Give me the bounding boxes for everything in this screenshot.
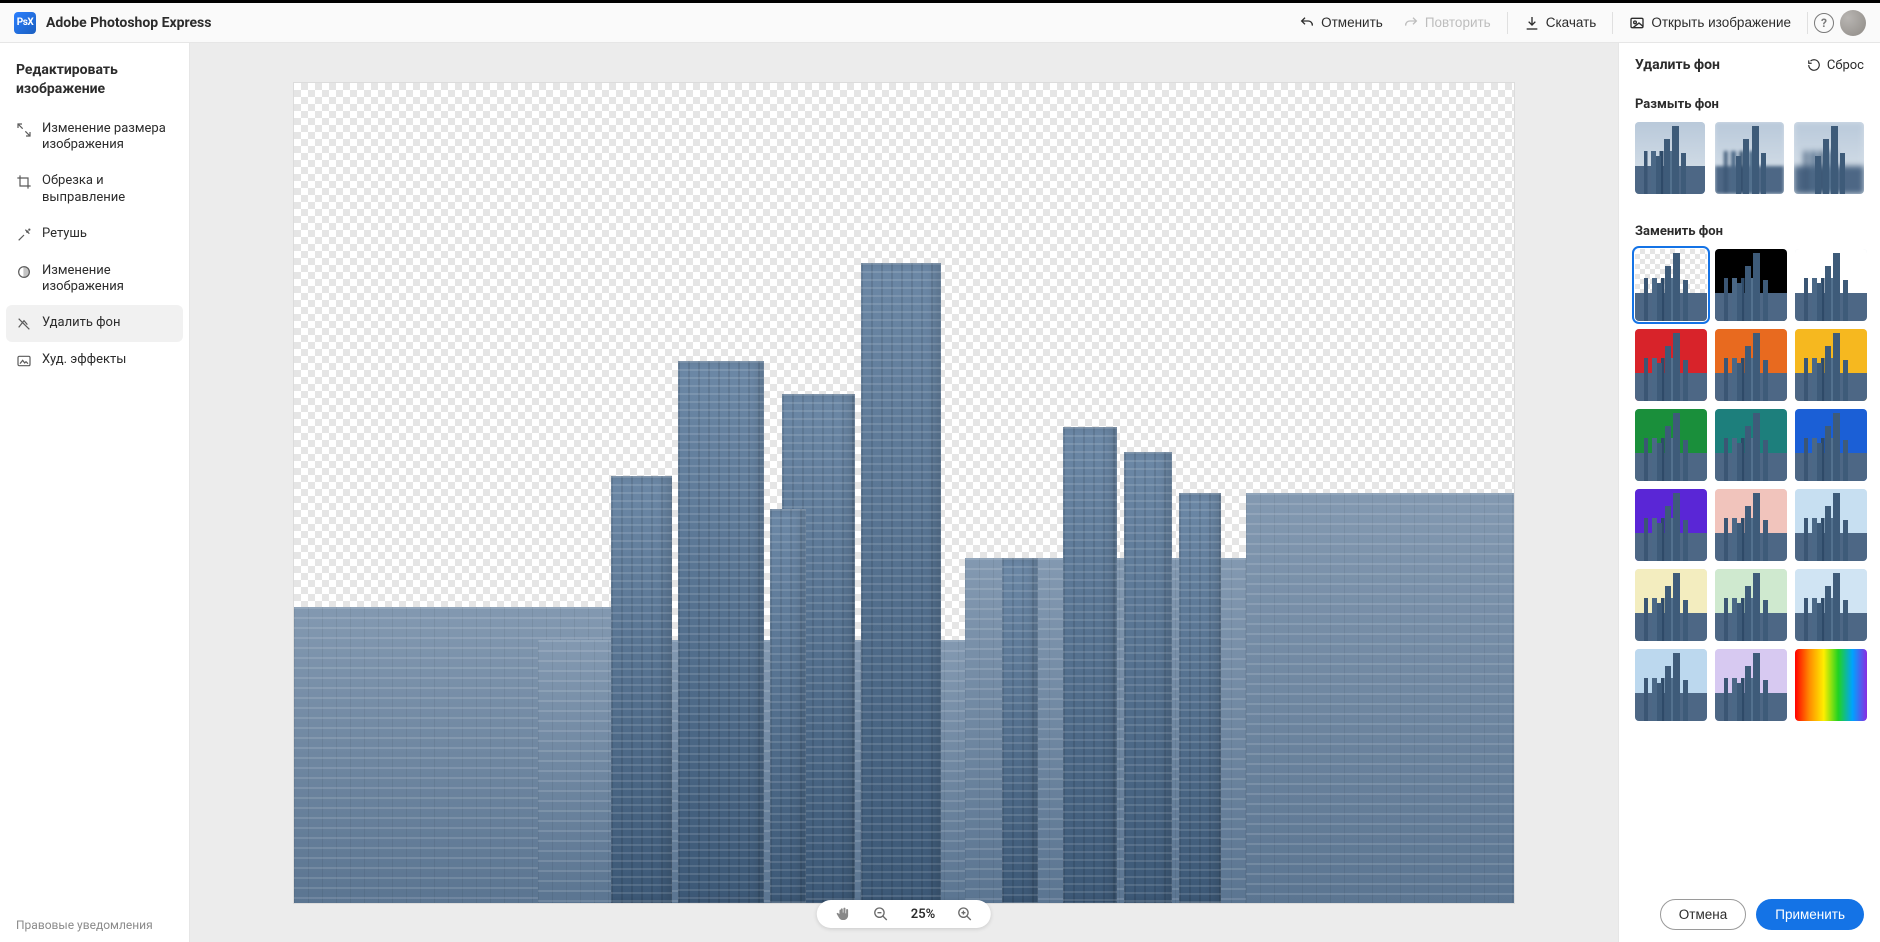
right-panel: Удалить фон Сброс Размыть фон Заменить ф… xyxy=(1618,43,1880,942)
tool-effects[interactable]: Худ. эффекты xyxy=(0,342,189,379)
tool-label: Изменение изображения xyxy=(42,263,173,296)
redo-label: Повторить xyxy=(1425,15,1491,30)
adjust-icon xyxy=(16,264,32,280)
blur-section-label: Размыть фон xyxy=(1635,97,1864,112)
blur-option-blur-low[interactable] xyxy=(1635,122,1705,194)
tool-resize[interactable]: Изменение размера изображения xyxy=(0,111,189,164)
replace-option-black[interactable] xyxy=(1715,249,1787,321)
legal-link[interactable]: Правовые уведомления xyxy=(16,918,153,932)
replace-option-orange[interactable] xyxy=(1715,329,1787,401)
user-avatar[interactable] xyxy=(1840,10,1866,36)
tool-crop[interactable]: Обрезка и выправление xyxy=(0,163,189,216)
retouch-icon xyxy=(16,227,32,243)
replace-option-mint[interactable] xyxy=(1715,569,1787,641)
city-image xyxy=(294,83,1514,903)
zoom-in-icon[interactable] xyxy=(957,906,973,922)
replace-option-amber[interactable] xyxy=(1795,329,1867,401)
replace-option-skyblue[interactable] xyxy=(1635,649,1707,721)
blur-option-blur-medium[interactable] xyxy=(1715,122,1785,194)
canvas-area: 25% xyxy=(190,43,1618,942)
pan-hand-icon[interactable] xyxy=(835,906,851,922)
tool-label: Удалить фон xyxy=(42,315,120,331)
replace-option-transparent[interactable] xyxy=(1635,249,1707,321)
replace-option-purple[interactable] xyxy=(1635,489,1707,561)
panel-title: Удалить фон xyxy=(1635,57,1720,73)
help-icon[interactable]: ? xyxy=(1814,13,1834,33)
blur-options xyxy=(1635,122,1864,194)
open-image-label: Открыть изображение xyxy=(1651,15,1791,30)
reset-button[interactable]: Сброс xyxy=(1807,58,1864,73)
crop-icon xyxy=(16,174,32,190)
replace-option-cream[interactable] xyxy=(1635,569,1707,641)
redo-icon xyxy=(1403,15,1419,31)
replace-option-paleblue[interactable] xyxy=(1795,569,1867,641)
tool-label: Ретушь xyxy=(42,226,87,242)
resize-icon xyxy=(16,122,32,138)
replace-option-lightblue[interactable] xyxy=(1795,489,1867,561)
replace-option-green[interactable] xyxy=(1635,409,1707,481)
replace-option-lavender[interactable] xyxy=(1715,649,1787,721)
tool-label: Изменение размера изображения xyxy=(42,121,173,154)
zoom-toolbar: 25% xyxy=(817,900,991,928)
app-title: Adobe Photoshop Express xyxy=(46,15,211,31)
tool-retouch[interactable]: Ретушь xyxy=(0,216,189,253)
undo-button[interactable]: Отменить xyxy=(1289,9,1393,37)
left-sidebar: Редактировать изображение Изменение разм… xyxy=(0,43,190,942)
zoom-level: 25% xyxy=(911,907,935,922)
replace-option-teal[interactable] xyxy=(1715,409,1787,481)
replace-option-blue[interactable] xyxy=(1795,409,1867,481)
replace-option-pink[interactable] xyxy=(1715,489,1787,561)
effects-icon xyxy=(16,353,32,369)
replace-option-rainbow[interactable] xyxy=(1795,649,1867,721)
replace-options xyxy=(1635,249,1864,721)
download-icon xyxy=(1524,15,1540,31)
app-logo-icon: PsX xyxy=(14,12,36,34)
reset-icon xyxy=(1807,58,1821,72)
image-icon xyxy=(1629,15,1645,31)
replace-section-label: Заменить фон xyxy=(1635,224,1864,239)
apply-button[interactable]: Применить xyxy=(1756,899,1864,930)
blur-option-blur-high[interactable] xyxy=(1794,122,1864,194)
undo-icon xyxy=(1299,15,1315,31)
reset-label: Сброс xyxy=(1827,58,1864,73)
tool-remove-bg[interactable]: Удалить фон xyxy=(6,305,183,342)
zoom-out-icon[interactable] xyxy=(873,906,889,922)
download-label: Скачать xyxy=(1546,15,1597,30)
replace-option-white[interactable] xyxy=(1795,249,1867,321)
tool-label: Обрезка и выправление xyxy=(42,173,173,206)
redo-button: Повторить xyxy=(1393,9,1501,37)
undo-label: Отменить xyxy=(1321,15,1383,30)
replace-option-red[interactable] xyxy=(1635,329,1707,401)
image-canvas[interactable] xyxy=(294,83,1514,903)
tool-adjust[interactable]: Изменение изображения xyxy=(0,253,189,306)
app-header: PsX Adobe Photoshop Express Отменить Пов… xyxy=(0,3,1880,43)
sidebar-title: Редактировать изображение xyxy=(0,61,189,99)
remove-bg-icon xyxy=(16,316,32,332)
download-button[interactable]: Скачать xyxy=(1514,9,1607,37)
tool-label: Худ. эффекты xyxy=(42,352,126,368)
cancel-button[interactable]: Отмена xyxy=(1660,899,1746,930)
open-image-button[interactable]: Открыть изображение xyxy=(1619,9,1801,37)
